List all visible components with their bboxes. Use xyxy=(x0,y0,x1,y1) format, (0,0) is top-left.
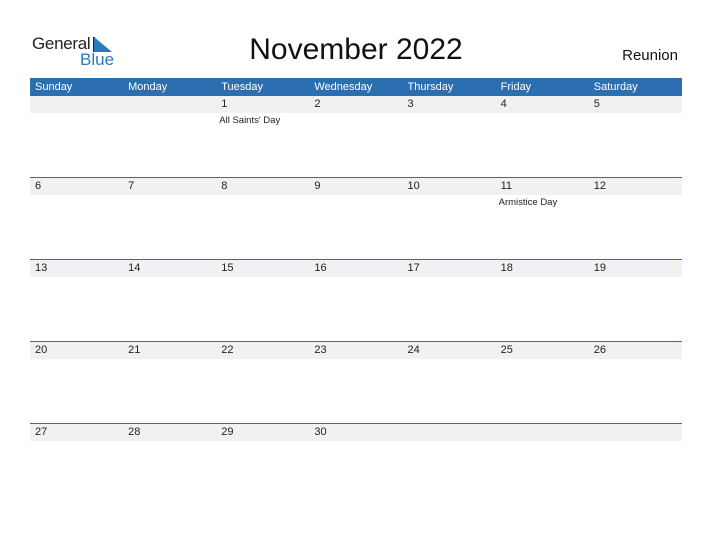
day-number: 20 xyxy=(35,344,48,356)
weekday-header: Sunday Monday Tuesday Wednesday Thursday… xyxy=(30,78,682,96)
country-label: Reunion xyxy=(622,47,678,64)
week-row: 1 2 3 4 5 All Saints' Day xyxy=(30,96,682,177)
holiday-label xyxy=(30,195,123,208)
day-number: 17 xyxy=(407,262,420,274)
holiday-label xyxy=(216,441,309,443)
holiday-label xyxy=(123,113,216,126)
day-number: 2 xyxy=(314,98,321,110)
events-row xyxy=(30,359,682,361)
holiday-label xyxy=(30,113,123,126)
day-number: 11 xyxy=(500,180,513,192)
day-number: 13 xyxy=(35,262,48,274)
holiday-label xyxy=(216,359,309,361)
holiday-label xyxy=(309,359,402,361)
holiday-label xyxy=(123,359,216,361)
holiday-label xyxy=(403,359,496,361)
day-number: 25 xyxy=(500,344,513,356)
day-number: 26 xyxy=(593,344,606,356)
weekday-sunday: Sunday xyxy=(35,81,73,93)
day-number: 7 xyxy=(128,180,135,192)
date-strip: 13 14 15 16 17 18 19 xyxy=(30,260,682,277)
week-row: 6 7 8 9 10 11 12 Armistice Day xyxy=(30,177,682,259)
holiday-label xyxy=(403,113,496,126)
day-number xyxy=(496,424,589,441)
weekday-saturday: Saturday xyxy=(593,81,638,93)
week-row: 13 14 15 16 17 18 19 xyxy=(30,259,682,341)
holiday-label xyxy=(30,359,123,361)
day-number: 5 xyxy=(593,98,600,110)
day-number: 15 xyxy=(221,262,234,274)
date-strip: 1 2 3 4 5 xyxy=(30,96,682,113)
holiday-label xyxy=(123,277,216,279)
holiday-label xyxy=(216,277,309,279)
holiday-label: Armistice Day xyxy=(498,197,558,208)
holiday-label xyxy=(309,277,402,279)
holiday-label xyxy=(589,359,682,361)
holiday-label xyxy=(589,441,682,443)
holiday-label xyxy=(403,195,496,208)
holiday-label xyxy=(309,441,402,443)
day-number: 3 xyxy=(407,98,414,110)
holiday-label xyxy=(30,277,123,279)
week-row: 27 28 29 30 xyxy=(30,423,682,505)
page-title: November 2022 xyxy=(249,33,463,66)
weekday-tuesday: Tuesday xyxy=(221,81,264,93)
holiday-label xyxy=(496,113,589,126)
day-number: 8 xyxy=(221,180,228,192)
weekday-thursday: Thursday xyxy=(407,81,454,93)
date-strip: 20 21 22 23 24 25 26 xyxy=(30,342,682,359)
day-number: 18 xyxy=(500,262,513,274)
day-number: 12 xyxy=(593,180,606,192)
day-number: 28 xyxy=(128,426,141,438)
day-number: 4 xyxy=(500,98,507,110)
holiday-label xyxy=(309,113,402,126)
holiday-label xyxy=(216,195,309,208)
events-row: All Saints' Day xyxy=(30,113,682,126)
day-number: 29 xyxy=(221,426,234,438)
day-number: 23 xyxy=(314,344,327,356)
calendar-grid: Sunday Monday Tuesday Wednesday Thursday… xyxy=(30,78,682,505)
holiday-label xyxy=(496,277,589,279)
events-row xyxy=(30,277,682,279)
day-number: 22 xyxy=(221,344,234,356)
weekday-monday: Monday xyxy=(128,81,168,93)
day-number: 27 xyxy=(35,426,48,438)
holiday-label xyxy=(589,277,682,279)
holiday-label xyxy=(589,113,682,126)
day-number xyxy=(589,424,682,441)
holiday-label xyxy=(496,441,589,443)
holiday-label: All Saints' Day xyxy=(219,115,281,126)
holiday-label xyxy=(403,441,496,443)
day-number: 16 xyxy=(314,262,327,274)
events-row: Armistice Day xyxy=(30,195,682,208)
holiday-label xyxy=(30,441,123,443)
day-number: 10 xyxy=(407,180,420,192)
date-strip: 27 28 29 30 xyxy=(30,424,682,441)
day-number: 9 xyxy=(314,180,321,192)
day-number: 1 xyxy=(221,98,228,110)
day-number: 30 xyxy=(314,426,327,438)
holiday-label xyxy=(496,359,589,361)
holiday-label xyxy=(403,277,496,279)
date-strip: 6 7 8 9 10 11 12 xyxy=(30,178,682,195)
day-number xyxy=(30,96,123,113)
holiday-label xyxy=(123,195,216,208)
day-number: 24 xyxy=(407,344,420,356)
weekday-friday: Friday xyxy=(500,81,532,93)
holiday-label xyxy=(309,195,402,208)
day-number xyxy=(403,424,496,441)
day-number: 6 xyxy=(35,180,42,192)
day-number: 14 xyxy=(128,262,141,274)
holiday-label xyxy=(589,195,682,208)
week-row: 20 21 22 23 24 25 26 xyxy=(30,341,682,423)
day-number: 19 xyxy=(593,262,606,274)
events-row xyxy=(30,441,682,443)
holiday-label xyxy=(123,441,216,443)
weekday-wednesday: Wednesday xyxy=(314,81,373,93)
day-number: 21 xyxy=(128,344,141,356)
day-number xyxy=(123,96,216,113)
